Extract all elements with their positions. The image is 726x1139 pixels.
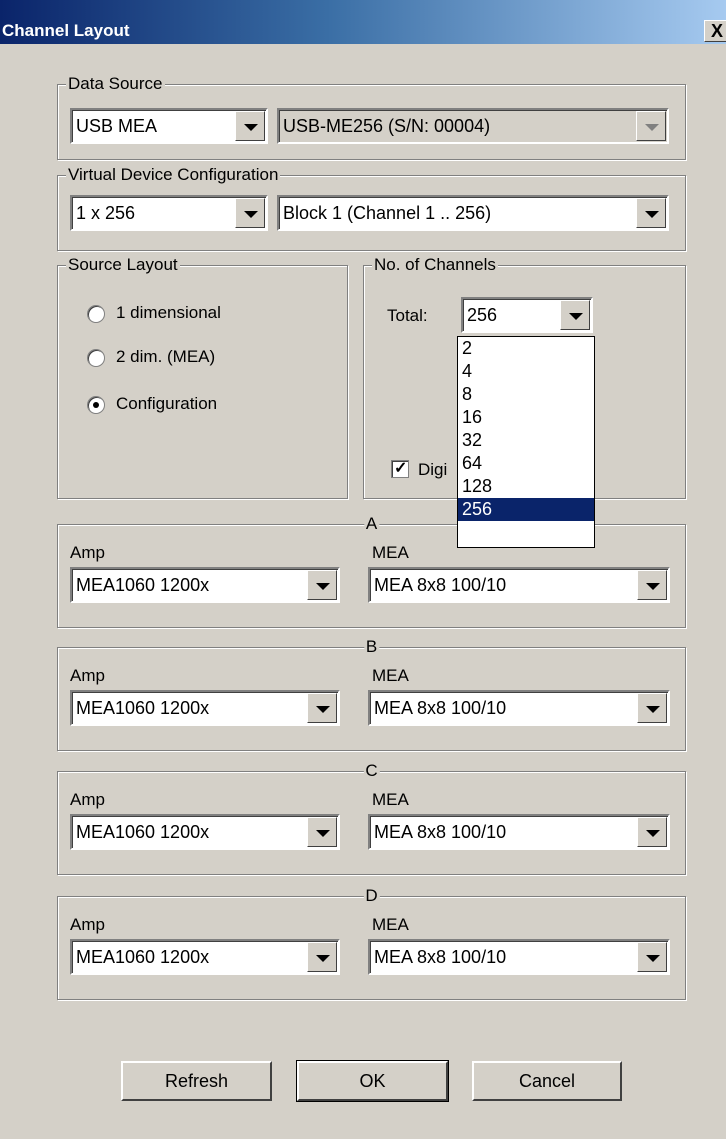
radio-configuration-label: Configuration <box>116 394 218 413</box>
chevron-down-icon[interactable] <box>235 111 265 141</box>
mea-b-select[interactable]: MEA 8x8 100/10 <box>368 690 670 726</box>
source-layout-group: Source Layout <box>57 255 348 499</box>
dropdown-option-2[interactable]: 2 <box>458 337 594 360</box>
block-value: Block 1 (Channel 1 .. 256) <box>283 203 492 223</box>
digital-checkbox[interactable]: ✓ <box>391 460 409 478</box>
chevron-down-icon[interactable] <box>637 693 667 723</box>
virtual-config-value: 1 x 256 <box>76 203 136 223</box>
digital-label: Digi <box>418 460 448 479</box>
dropdown-option-128[interactable]: 128 <box>458 475 594 498</box>
title-bar: Channel Layout X <box>0 0 726 44</box>
mea-b-value: MEA 8x8 100/10 <box>374 698 507 718</box>
ok-button[interactable]: OK <box>296 1060 449 1102</box>
dropdown-option-16[interactable]: 16 <box>458 406 594 429</box>
radio-1-dimensional-label: 1 dimensional <box>116 303 221 322</box>
mea-c-value: MEA 8x8 100/10 <box>374 822 507 842</box>
amp-c-select[interactable]: MEA1060 1200x <box>70 814 340 850</box>
mea-d-select[interactable]: MEA 8x8 100/10 <box>368 939 670 975</box>
mea-a-value: MEA 8x8 100/10 <box>374 575 507 595</box>
chevron-down-icon[interactable] <box>637 942 667 972</box>
mea-c-select[interactable]: MEA 8x8 100/10 <box>368 814 670 850</box>
total-label: Total: <box>387 306 428 325</box>
radio-2-dim-mea[interactable] <box>87 349 105 367</box>
close-icon: X <box>710 21 723 41</box>
device-value: USB-ME256 (S/N: 00004) <box>283 116 491 136</box>
radio-2-dim-mea-label: 2 dim. (MEA) <box>116 347 216 366</box>
amp-c-value: MEA1060 1200x <box>76 822 210 842</box>
group-a-legend: A <box>363 514 380 534</box>
chevron-down-icon[interactable] <box>307 942 337 972</box>
window-title: Channel Layout <box>2 21 130 40</box>
channels-legend: No. of Channels <box>372 255 498 275</box>
radio-configuration[interactable] <box>87 396 105 414</box>
source-layout-legend: Source Layout <box>66 255 180 275</box>
amp-b-select[interactable]: MEA1060 1200x <box>70 690 340 726</box>
data-source-legend: Data Source <box>66 74 165 94</box>
close-button[interactable]: X <box>704 20 726 42</box>
block-select[interactable]: Block 1 (Channel 1 .. 256) <box>277 195 669 231</box>
amp-b-value: MEA1060 1200x <box>76 698 210 718</box>
chevron-down-icon[interactable] <box>637 817 667 847</box>
mea-label: MEA <box>372 666 409 685</box>
device-select: USB-ME256 (S/N: 00004) <box>277 108 669 144</box>
group-b-legend: B <box>363 637 380 657</box>
amp-label: Amp <box>70 543 105 562</box>
amp-a-select[interactable]: MEA1060 1200x <box>70 567 340 603</box>
mea-label: MEA <box>372 790 409 809</box>
data-source-value: USB MEA <box>76 116 158 136</box>
total-channels-dropdown-list[interactable]: 2 4 8 16 32 64 128 256 <box>457 336 595 548</box>
dropdown-option-4[interactable]: 4 <box>458 360 594 383</box>
virtual-device-legend: Virtual Device Configuration <box>66 165 281 185</box>
amp-a-value: MEA1060 1200x <box>76 575 210 595</box>
total-channels-value: 256 <box>467 305 498 325</box>
dropdown-option-64[interactable]: 64 <box>458 452 594 475</box>
chevron-down-icon[interactable] <box>636 198 666 228</box>
amp-label: Amp <box>70 790 105 809</box>
data-source-select[interactable]: USB MEA <box>70 108 268 144</box>
mea-d-value: MEA 8x8 100/10 <box>374 947 507 967</box>
radio-1-dimensional[interactable] <box>87 305 105 323</box>
total-channels-select[interactable]: 256 <box>461 297 593 333</box>
chevron-down-icon[interactable] <box>307 817 337 847</box>
group-c-legend: C <box>363 761 380 781</box>
mea-label: MEA <box>372 543 409 562</box>
refresh-button[interactable]: Refresh <box>121 1061 272 1101</box>
amp-d-select[interactable]: MEA1060 1200x <box>70 939 340 975</box>
cancel-button[interactable]: Cancel <box>472 1061 622 1101</box>
dropdown-option-256[interactable]: 256 <box>458 498 594 521</box>
chevron-down-icon[interactable] <box>307 570 337 600</box>
chevron-down-icon[interactable] <box>235 198 265 228</box>
check-icon: ✓ <box>394 460 408 477</box>
group-d-legend: D <box>363 886 380 906</box>
dropdown-option-32[interactable]: 32 <box>458 429 594 452</box>
mea-label: MEA <box>372 915 409 934</box>
dropdown-option-8[interactable]: 8 <box>458 383 594 406</box>
virtual-config-select[interactable]: 1 x 256 <box>70 195 268 231</box>
amp-d-value: MEA1060 1200x <box>76 947 210 967</box>
chevron-down-icon <box>636 111 666 141</box>
amp-label: Amp <box>70 915 105 934</box>
chevron-down-icon[interactable] <box>560 300 590 330</box>
chevron-down-icon[interactable] <box>637 570 667 600</box>
mea-a-select[interactable]: MEA 8x8 100/10 <box>368 567 670 603</box>
amp-label: Amp <box>70 666 105 685</box>
chevron-down-icon[interactable] <box>307 693 337 723</box>
